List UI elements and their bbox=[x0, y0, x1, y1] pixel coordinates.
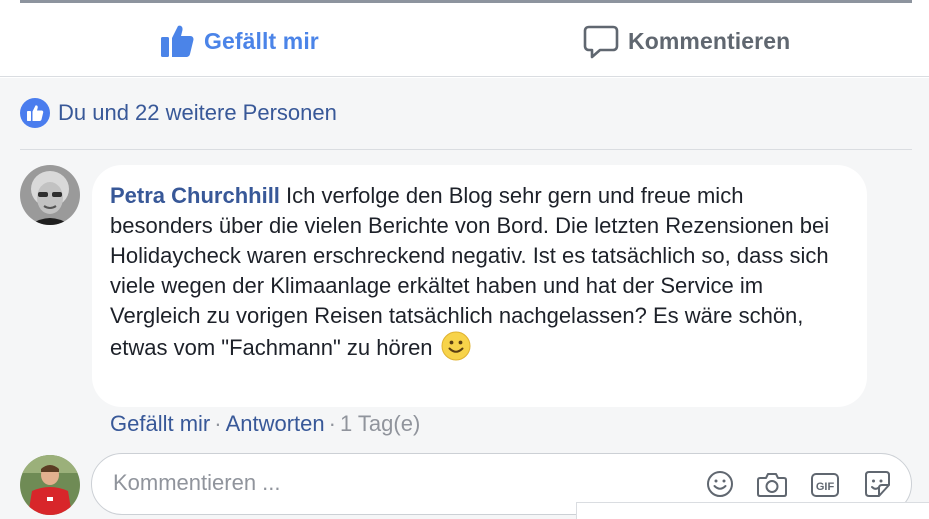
smiley-emoji-icon bbox=[441, 331, 471, 361]
comment-like-link[interactable]: Gefällt mir bbox=[110, 411, 210, 436]
svg-text:GIF: GIF bbox=[816, 481, 835, 493]
comment-button[interactable]: Kommentieren bbox=[582, 21, 790, 61]
emoji-icon[interactable] bbox=[704, 468, 736, 500]
comment-button-label: Kommentieren bbox=[628, 27, 791, 54]
post-action-bar: Gefällt mir Kommentieren bbox=[0, 3, 929, 77]
comment-text-block: Petra Churchhill Ich verfolge den Blog s… bbox=[110, 181, 847, 363]
sticker-icon[interactable] bbox=[861, 468, 893, 500]
meta-separator: · bbox=[214, 411, 222, 436]
reactions-summary: Du und 22 weitere Personen bbox=[0, 78, 929, 150]
camera-icon[interactable] bbox=[756, 468, 788, 500]
meta-separator: · bbox=[328, 411, 336, 436]
avatar[interactable] bbox=[20, 455, 80, 515]
comment-timestamp[interactable]: 1 Tag(e) bbox=[340, 411, 420, 436]
like-button[interactable]: Gefällt mir bbox=[158, 21, 319, 61]
reactions-count-link[interactable]: Du und 22 weitere Personen bbox=[58, 100, 337, 126]
comment-reply-link[interactable]: Antworten bbox=[226, 411, 325, 436]
chat-panel-edge bbox=[576, 502, 929, 519]
comment-bubble: Petra Churchhill Ich verfolge den Blog s… bbox=[92, 165, 867, 407]
thumbs-up-icon bbox=[158, 22, 196, 60]
comment-meta: Gefällt mir · Antworten · 1 Tag(e) bbox=[110, 410, 420, 438]
like-reaction-icon bbox=[20, 98, 50, 128]
speech-bubble-icon bbox=[582, 22, 620, 60]
comment-author-link[interactable]: Petra Churchhill bbox=[110, 183, 280, 208]
like-button-label: Gefällt mir bbox=[204, 27, 319, 54]
comment-input[interactable]: Kommentieren ... bbox=[113, 470, 281, 496]
gif-icon[interactable]: GIF bbox=[809, 468, 841, 500]
avatar[interactable] bbox=[20, 165, 80, 225]
